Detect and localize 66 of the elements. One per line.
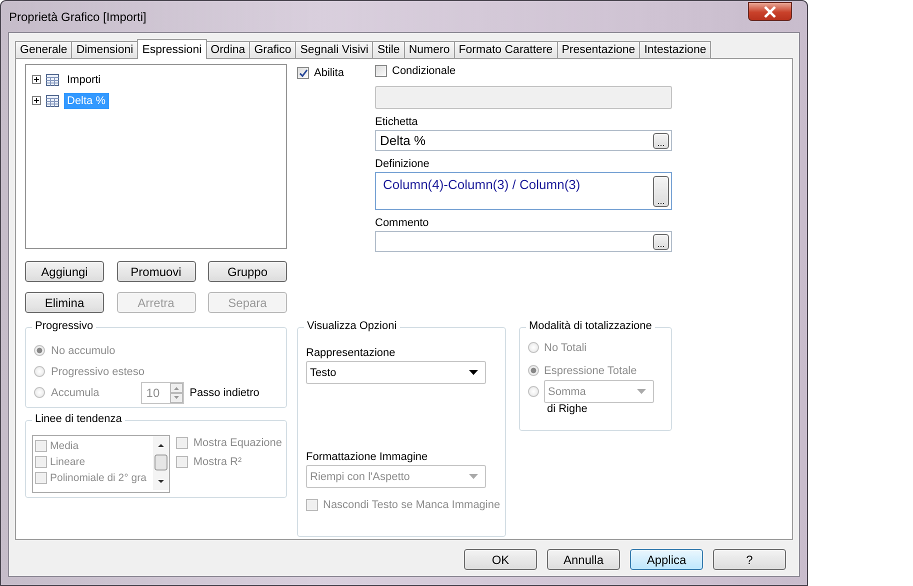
- tab[interactable]: Espressioni: [137, 39, 207, 59]
- radio-label: No Totali: [544, 342, 587, 354]
- expression-button[interactable]: Promuovi: [116, 261, 196, 282]
- close-button[interactable]: [748, 2, 792, 21]
- tab[interactable]: Grafico: [249, 41, 296, 58]
- radio-label: No accumulo: [51, 344, 116, 356]
- tab[interactable]: Segnali Visivi: [295, 41, 374, 58]
- close-icon: [763, 6, 777, 18]
- checkbox-label: Nascondi Testo se Manca Immagine: [323, 499, 500, 511]
- tab[interactable]: Formato Carattere: [454, 41, 558, 58]
- dropdown-arrow-icon: [469, 474, 478, 479]
- checkbox[interactable]: [375, 65, 387, 77]
- scrollbar[interactable]: [153, 436, 170, 490]
- field-label: Commento: [375, 216, 430, 231]
- group-title: Progressivo: [32, 320, 96, 332]
- group-title: Visualizza Opzioni: [304, 320, 400, 332]
- tab[interactable]: Dimensioni: [71, 41, 138, 58]
- tab[interactable]: Generale: [15, 41, 72, 58]
- radio-label: Progressivo esteso: [51, 366, 145, 378]
- ellipsis-button[interactable]: ...: [653, 176, 669, 207]
- tab[interactable]: Presentazione: [556, 41, 640, 58]
- tab[interactable]: Numero: [404, 41, 455, 58]
- ellipsis-button[interactable]: ...: [653, 234, 669, 250]
- rows-label: di Righe: [546, 403, 588, 415]
- checkbox-label: Condizionale: [392, 65, 456, 77]
- checkbox-label: Media: [50, 440, 79, 452]
- dropdown-arrow-icon: [469, 370, 478, 375]
- expression-button[interactable]: Gruppo: [208, 261, 287, 282]
- checkbox-label: Mostra R²: [193, 456, 242, 468]
- checkbox-label: Lineare: [50, 456, 86, 468]
- window-title: Proprietà Grafico [Importi]: [8, 10, 146, 24]
- expand-icon[interactable]: [32, 75, 41, 84]
- radio-label: Accumula: [51, 386, 100, 398]
- field-label: Definizione: [375, 157, 430, 172]
- expand-icon[interactable]: [32, 96, 41, 105]
- checkbox[interactable]: [297, 67, 309, 79]
- dialog-button[interactable]: Applica: [630, 549, 703, 570]
- steps-label: Passo indietro: [190, 386, 260, 398]
- group-title: Modalità di totalizzazione: [526, 320, 655, 332]
- ellipsis-button[interactable]: ...: [653, 132, 669, 148]
- checkbox-label: Mostra Equazione: [193, 437, 282, 449]
- group-title: Linee di tendenza: [32, 413, 125, 425]
- representation-dropdown[interactable]: Testo: [306, 361, 486, 384]
- condition-field[interactable]: [375, 86, 672, 109]
- dialog-button[interactable]: OK: [464, 549, 537, 570]
- radio-label: Espressione Totale: [544, 364, 637, 376]
- expression-button[interactable]: Elimina: [25, 292, 104, 313]
- tab[interactable]: Intestazione: [639, 41, 712, 58]
- dialog-button[interactable]: ?: [713, 549, 786, 570]
- definition-field[interactable]: Column(4)-Column(3) / Column(3) ...: [375, 172, 672, 210]
- checkbox-label: Abilita: [314, 67, 344, 79]
- tab[interactable]: Stile: [372, 41, 405, 58]
- expression-button[interactable]: Aggiungi: [25, 261, 104, 282]
- comment-field[interactable]: ...: [375, 231, 672, 252]
- field-label: Etichetta: [375, 115, 419, 130]
- field-label: Rappresentazione: [306, 346, 396, 361]
- expression-item[interactable]: Importi: [64, 72, 104, 88]
- spinner-arrows-icon[interactable]: [170, 382, 183, 402]
- table-icon: [46, 94, 59, 106]
- checkbox-label: Polinomiale di 2° gra: [50, 472, 146, 484]
- label-field[interactable]: Delta % ...: [375, 130, 672, 151]
- field-label: Formattazione Immagine: [306, 450, 429, 465]
- table-icon: [46, 74, 59, 86]
- tab[interactable]: Ordina: [206, 41, 250, 58]
- dropdown-arrow-icon: [637, 389, 646, 394]
- dialog-button[interactable]: Annulla: [547, 549, 620, 570]
